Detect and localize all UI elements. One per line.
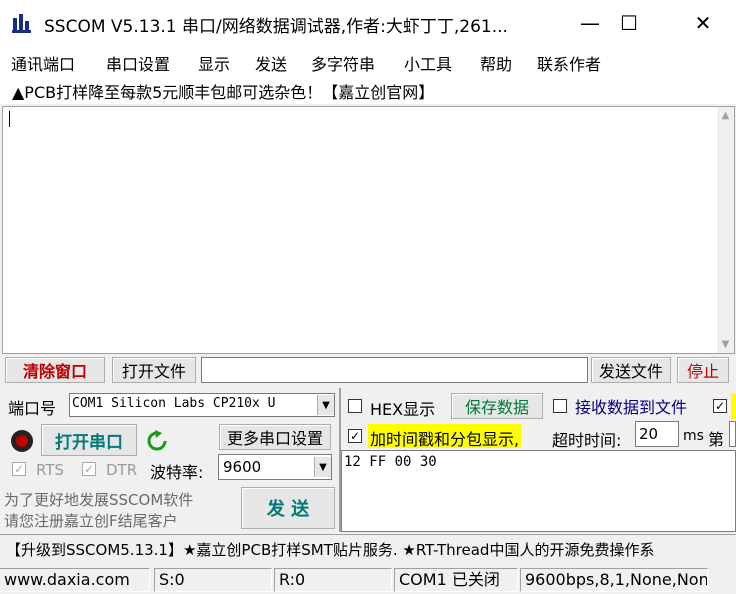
status-port-params: 9600bps,8,1,None,None — [520, 568, 708, 592]
status-website[interactable]: www.daxia.com — [0, 568, 150, 592]
ad-bar: ▲PCB打样降至每款5元顺丰包邮可选杂色！【嘉立创官网】 — [0, 76, 736, 104]
menu-comm-port[interactable]: 通讯端口 — [11, 51, 75, 75]
receive-to-file-label: 接收数据到文件 — [575, 398, 688, 417]
vertical-scrollbar[interactable]: ▲ ▼ — [717, 107, 734, 353]
menu-bar: 通讯端口 串口设置 显示 发送 多字符串 小工具 帮助 联系作者 — [0, 46, 736, 76]
window-title: SSCOM V5.13.1 串口/网络数据调试器,作者:大虾丁丁,261... — [44, 17, 508, 37]
rts-label: RTS — [36, 461, 65, 479]
maximize-icon: ☐ — [620, 11, 638, 35]
menu-contact-author[interactable]: 联系作者 — [537, 51, 601, 75]
refresh-icon[interactable] — [146, 430, 168, 452]
dtr-checkbox[interactable]: ✓ — [82, 462, 96, 476]
status-bar: www.daxia.com S:0 R:0 COM1 已关闭 9600bps,8… — [0, 564, 736, 594]
hex-display-label: HEX显示 — [370, 400, 436, 419]
menu-serial-settings[interactable]: 串口设置 — [106, 51, 170, 75]
maximize-button[interactable]: ☐ — [600, 0, 658, 46]
promo-line-2[interactable]: 请您注册嘉立创F结尾客户 — [4, 510, 178, 531]
open-port-button[interactable]: 打开串口 — [41, 424, 137, 456]
status-received-count: R:0 — [274, 568, 392, 592]
nth-input[interactable] — [729, 421, 736, 447]
send-button[interactable]: 发 送 — [241, 487, 335, 529]
menu-help[interactable]: 帮助 — [480, 51, 512, 75]
promo-line-1[interactable]: 为了更好地发展SSCOM软件 — [4, 489, 193, 510]
extra-option-highlight — [731, 393, 736, 419]
scroll-up-icon[interactable]: ▲ — [717, 107, 734, 124]
close-icon: ✕ — [694, 11, 712, 35]
file-path-input[interactable] — [201, 357, 588, 383]
menu-tools[interactable]: 小工具 — [404, 51, 452, 75]
more-serial-settings-button[interactable]: 更多串口设置 — [219, 424, 331, 450]
title-bar[interactable]: SSCOM V5.13.1 串口/网络数据调试器,作者:大虾丁丁,261... … — [0, 0, 736, 46]
timeout-input[interactable]: 20 — [635, 421, 679, 447]
open-file-button[interactable]: 打开文件 — [112, 357, 196, 383]
receive-textarea[interactable]: ▲ ▼ — [2, 106, 735, 354]
scroll-down-icon[interactable]: ▼ — [717, 336, 734, 353]
menu-multi-string[interactable]: 多字符串 — [311, 51, 375, 75]
dtr-label: DTR — [106, 461, 138, 479]
ticker-text: 【升级到SSCOM5.13.1】★嘉立创PCB打样SMT贴片服务. ★RT-Th… — [6, 541, 655, 559]
send-file-button[interactable]: 发送文件 — [591, 357, 671, 383]
timeout-value: 20 — [639, 425, 659, 443]
ad-banner-link[interactable]: ▲PCB打样降至每款5元顺丰包邮可选杂色！【嘉立创官网】 — [12, 79, 434, 103]
timeout-label: 超时时间: — [552, 431, 622, 450]
status-port-state: COM1 已关闭 — [394, 568, 518, 592]
baud-rate-select[interactable]: 9600 ▼ — [218, 454, 332, 480]
baud-rate-label: 波特率: — [150, 463, 204, 482]
save-data-button[interactable]: 保存数据 — [451, 393, 543, 419]
receive-to-file-checkbox[interactable] — [553, 399, 567, 413]
minimize-icon: — — [580, 11, 600, 35]
app-logo-icon — [12, 14, 31, 33]
extra-option-checkbox[interactable]: ✓ — [713, 399, 727, 413]
chevron-down-icon: ▼ — [317, 395, 334, 415]
send-textarea[interactable]: 12 FF 00 30 — [341, 450, 736, 532]
port-select[interactable]: COM1 Silicon Labs CP210x U ▼ — [69, 393, 335, 417]
hex-display-checkbox[interactable] — [348, 399, 362, 413]
news-ticker[interactable]: 【升级到SSCOM5.13.1】★嘉立创PCB打样SMT贴片服务. ★RT-Th… — [0, 534, 736, 562]
menu-send[interactable]: 发送 — [255, 51, 287, 75]
status-sent-count: S:0 — [154, 568, 272, 592]
close-button[interactable]: ✕ — [674, 0, 732, 46]
chevron-down-icon: ▼ — [314, 457, 331, 477]
record-icon — [11, 430, 33, 452]
timeout-unit: ms — [683, 428, 704, 444]
nth-label: 第 — [708, 430, 725, 449]
port-select-value: COM1 Silicon Labs CP210x U — [72, 396, 276, 411]
send-text: 12 FF 00 30 — [344, 454, 437, 470]
text-caret — [9, 111, 10, 127]
menu-display[interactable]: 显示 — [198, 51, 230, 75]
timestamp-label: 加时间戳和分包显示, — [368, 424, 522, 449]
baud-rate-value: 9600 — [223, 458, 262, 476]
app-window: SSCOM V5.13.1 串口/网络数据调试器,作者:大虾丁丁,261... … — [0, 0, 736, 594]
stop-button[interactable]: 停止 — [677, 357, 729, 383]
rts-checkbox[interactable]: ✓ — [12, 462, 26, 476]
port-label: 端口号 — [8, 399, 57, 418]
clear-window-button[interactable]: 清除窗口 — [5, 357, 105, 383]
timestamp-checkbox[interactable]: ✓ — [348, 429, 362, 443]
